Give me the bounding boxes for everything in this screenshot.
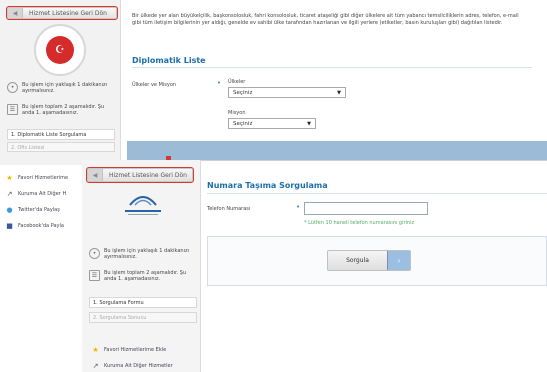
back-link-favorites[interactable]: ★ Favori Hizmetlerime: [5, 173, 83, 182]
section-title: Diplomatik Liste: [132, 56, 206, 65]
mission-field-label: Misyon: [228, 110, 246, 116]
front-link-other-services[interactable]: ↗ Kuruma Ait Diğer Hizmetler: [91, 361, 201, 370]
countries-select[interactable]: Seçiniz ▼: [228, 87, 346, 98]
twitter-icon: ●: [6, 205, 13, 214]
info-stages: ☰ Bu işlem toplam 2 aşamalıdır. Şu anda …: [7, 104, 117, 116]
front-back-to-services-button[interactable]: ◀ Hizmet Listesine Geri Dön: [86, 167, 194, 183]
clock-icon: •: [7, 82, 18, 93]
step-item-2[interactable]: 2. Ofis Listesi: [7, 142, 115, 152]
phone-label: Telefon Numarası: [207, 206, 251, 212]
pages-icon: ☰: [89, 270, 100, 281]
arrow-right-icon: ›: [387, 251, 410, 270]
required-mark: •: [296, 203, 301, 211]
phone-hint: * Lütfen 10 haneli telefon numarasını gi…: [304, 220, 415, 226]
front-step-item-1[interactable]: 1. Sorgulama Formu: [89, 297, 197, 308]
agency-logo: [122, 193, 164, 221]
agency-logo-icon: [129, 196, 157, 206]
facebook-icon: ■: [6, 221, 13, 230]
front-step-item-2[interactable]: 2. Sorgulama Sonucu: [89, 312, 197, 323]
front-back-button-label: Hizmet Listesine Geri Dön: [109, 171, 187, 179]
info-duration: • Bu işlem için yaklaşık 1 dakikanızı ay…: [7, 82, 117, 94]
ministry-emblem: ☪: [34, 24, 86, 76]
back-link-twitter[interactable]: ● Twitter'da Paylaş: [5, 205, 83, 214]
front-link-favorites[interactable]: ★ Favori Hizmetlerime Ekle: [91, 345, 201, 354]
countries-row-label: Ülkeler ve Misyon: [132, 82, 177, 88]
back-link-other-services[interactable]: ↗ Kuruma Ait Diğer H: [5, 189, 83, 198]
link-icon: ↗: [92, 361, 99, 370]
mission-select[interactable]: Seçiniz ▼: [228, 118, 316, 129]
clock-icon: •: [89, 248, 100, 259]
required-mark: •: [217, 79, 222, 87]
step-item-1[interactable]: 1. Diplomatik Liste Sorgulama: [7, 129, 115, 140]
back-button-label: Hizmet Listesine Geri Dön: [29, 9, 107, 17]
section-divider: [132, 67, 532, 68]
title-divider: [207, 193, 547, 194]
footer-bar: [127, 141, 547, 160]
crescent-star-icon: ☪: [45, 35, 75, 65]
chevron-down-icon: ▼: [337, 89, 341, 96]
pages-icon: ☰: [7, 104, 18, 115]
front-sidebar: [82, 160, 201, 372]
submit-button[interactable]: Sorgula ›: [327, 250, 411, 271]
back-link-facebook[interactable]: ■ Facebook'da Payla: [5, 221, 83, 230]
chevron-down-icon: ▼: [307, 120, 311, 127]
countries-field-label: Ülkeler: [228, 79, 246, 85]
star-icon: ★: [6, 173, 13, 182]
front-info-duration: • Bu işlem için yaklaşık 1 dakikanızı ay…: [89, 248, 197, 260]
front-info-stages: ☰ Bu işlem toplam 2 aşamalıdır. Şu anda …: [89, 270, 197, 282]
back-to-services-button[interactable]: ◀ Hizmet Listesine Geri Dön: [6, 6, 118, 20]
chevron-left-icon: ◀: [8, 8, 23, 18]
phone-input[interactable]: [304, 202, 428, 215]
chevron-left-icon: ◀: [88, 169, 103, 181]
star-icon: ★: [92, 345, 99, 354]
service-description: Bir ülkede yer alan büyükelçilik, başkon…: [132, 13, 519, 26]
page-title: Numara Taşıma Sorgulama: [207, 181, 328, 190]
link-icon: ↗: [6, 189, 13, 198]
